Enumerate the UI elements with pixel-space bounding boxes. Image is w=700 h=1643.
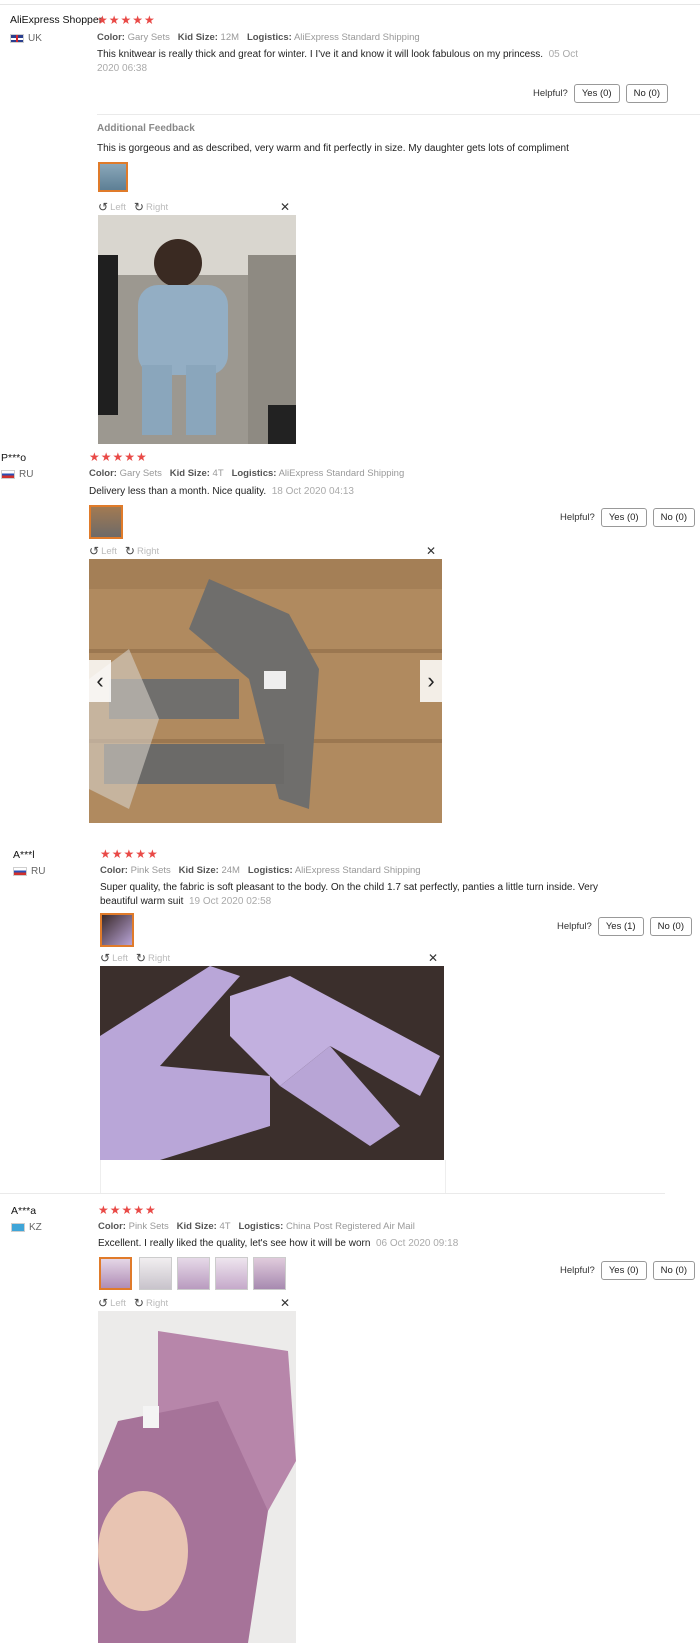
reviewer-country: UK bbox=[10, 33, 42, 44]
image-viewer-toolbar: ↺ Left ↻ Right ✕ bbox=[100, 950, 444, 966]
helpful-controls: Helpful? Yes (0) No (0) bbox=[533, 84, 668, 103]
rotate-left-button[interactable]: ↺ Left bbox=[100, 951, 128, 965]
reviewer-name: P***o bbox=[1, 452, 27, 464]
rotate-left-icon: ↺ bbox=[100, 951, 111, 965]
review-thumbnail[interactable] bbox=[89, 505, 123, 539]
review-thumbnail[interactable] bbox=[98, 162, 128, 192]
review-attributes: Color: Pink Sets Kid Size: 4T Logistics:… bbox=[98, 1221, 415, 1232]
star-rating: ★★★★★ bbox=[98, 1203, 157, 1217]
ru-flag-icon bbox=[1, 470, 15, 479]
review-thumbnail[interactable] bbox=[139, 1257, 172, 1290]
image-viewer-toolbar: ↺ Left ↻ Right ✕ bbox=[98, 199, 296, 215]
rotate-left-button[interactable]: ↺ Left bbox=[89, 544, 117, 558]
close-icon[interactable]: ✕ bbox=[280, 200, 290, 214]
reviewer-country: RU bbox=[13, 866, 45, 877]
rotate-right-icon: ↻ bbox=[124, 544, 135, 558]
review-thumbnail[interactable] bbox=[100, 913, 134, 947]
additional-feedback-title: Additional Feedback bbox=[97, 123, 195, 134]
review-photo bbox=[100, 966, 444, 1160]
helpful-controls: Helpful? Yes (0) No (0) bbox=[560, 1261, 695, 1280]
review-attributes: Color: Gary Sets Kid Size: 12M Logistics… bbox=[97, 32, 420, 43]
gray-knit-set-illustration bbox=[89, 559, 442, 823]
child-photo-illustration bbox=[98, 215, 296, 444]
review-attributes: Color: Pink Sets Kid Size: 24M Logistics… bbox=[100, 865, 421, 876]
rotate-right-icon: ↻ bbox=[133, 1296, 144, 1310]
pink-sweater-illustration bbox=[98, 1311, 296, 1643]
reviewer-country: KZ bbox=[11, 1222, 42, 1233]
uk-flag-icon bbox=[10, 34, 24, 43]
kz-flag-icon bbox=[11, 1223, 25, 1232]
helpful-no-button[interactable]: No (0) bbox=[652, 508, 695, 527]
reviewer-name: A***a bbox=[11, 1205, 37, 1217]
feedback-divider bbox=[97, 114, 700, 115]
image-viewer-toolbar: ↺ Left ↻ Right ✕ bbox=[98, 1295, 296, 1311]
additional-feedback-text: This is gorgeous and as described, very … bbox=[97, 143, 569, 154]
helpful-label: Helpful? bbox=[559, 512, 595, 523]
helpful-no-button[interactable]: No (0) bbox=[625, 84, 668, 103]
rotate-right-icon: ↻ bbox=[135, 951, 146, 965]
helpful-label: Helpful? bbox=[532, 88, 568, 99]
helpful-yes-button[interactable]: Yes (0) bbox=[573, 84, 620, 103]
rotate-right-button[interactable]: ↻ Right bbox=[136, 951, 170, 965]
helpful-yes-button[interactable]: Yes (1) bbox=[597, 917, 644, 936]
review-text: Excellent. I really liked the quality, l… bbox=[98, 1238, 459, 1249]
reviewer-name: AliExpress Shopper bbox=[10, 14, 103, 26]
review-text: This knitwear is really thick and great … bbox=[97, 49, 579, 74]
review-photo bbox=[98, 1311, 296, 1643]
review-photo: ‹ › bbox=[89, 559, 442, 823]
rotate-right-button[interactable]: ↻ Right bbox=[125, 544, 159, 558]
close-icon[interactable]: ✕ bbox=[428, 951, 438, 965]
ru-flag-icon bbox=[13, 867, 27, 876]
review-divider bbox=[0, 1193, 665, 1194]
photo-frame-bottom bbox=[100, 1160, 446, 1193]
close-icon[interactable]: ✕ bbox=[426, 544, 436, 558]
rotate-right-button[interactable]: ↻ Right bbox=[134, 200, 168, 214]
star-rating: ★★★★★ bbox=[89, 450, 148, 464]
image-viewer-toolbar: ↺ Left ↻ Right ✕ bbox=[89, 543, 442, 559]
reviewer-name: A***l bbox=[13, 849, 35, 861]
review-date: 18 Oct 2020 04:13 bbox=[271, 486, 354, 497]
rotate-left-button[interactable]: ↺ Left bbox=[98, 200, 126, 214]
chevron-right-icon[interactable]: › bbox=[420, 660, 442, 702]
helpful-no-button[interactable]: No (0) bbox=[652, 1261, 695, 1280]
review-date: 19 Oct 2020 02:58 bbox=[188, 895, 272, 907]
helpful-controls: Helpful? Yes (0) No (0) bbox=[560, 508, 695, 527]
pink-knit-set-illustration bbox=[100, 966, 444, 1160]
helpful-label: Helpful? bbox=[556, 921, 592, 932]
rotate-right-icon: ↻ bbox=[133, 200, 144, 214]
top-divider bbox=[0, 4, 700, 5]
review-thumbnail[interactable] bbox=[177, 1257, 210, 1290]
review-text: Super quality, the fabric is soft pleasa… bbox=[100, 882, 599, 907]
helpful-label: Helpful? bbox=[559, 1265, 595, 1276]
review-photo bbox=[98, 215, 296, 444]
review-thumbnail[interactable] bbox=[99, 1257, 132, 1290]
chevron-left-icon[interactable]: ‹ bbox=[89, 660, 111, 702]
helpful-yes-button[interactable]: Yes (0) bbox=[600, 1261, 647, 1280]
reviewer-country: RU bbox=[1, 469, 33, 480]
review-thumbnail[interactable] bbox=[253, 1257, 286, 1290]
helpful-yes-button[interactable]: Yes (0) bbox=[600, 508, 647, 527]
rotate-left-icon: ↺ bbox=[89, 544, 100, 558]
rotate-left-button[interactable]: ↺ Left bbox=[98, 1296, 126, 1310]
review-thumbnail[interactable] bbox=[215, 1257, 248, 1290]
review-text: Delivery less than a month. Nice quality… bbox=[89, 486, 354, 497]
rotate-right-button[interactable]: ↻ Right bbox=[134, 1296, 168, 1310]
helpful-controls: Helpful? Yes (1) No (0) bbox=[557, 917, 692, 936]
star-rating: ★★★★★ bbox=[97, 13, 156, 27]
rotate-left-icon: ↺ bbox=[98, 200, 109, 214]
close-icon[interactable]: ✕ bbox=[280, 1296, 290, 1310]
star-rating: ★★★★★ bbox=[100, 847, 159, 861]
review-date: 06 Oct 2020 09:18 bbox=[375, 1238, 459, 1249]
rotate-left-icon: ↺ bbox=[98, 1296, 109, 1310]
helpful-no-button[interactable]: No (0) bbox=[649, 917, 692, 936]
review-attributes: Color: Gary Sets Kid Size: 4T Logistics:… bbox=[89, 468, 405, 479]
